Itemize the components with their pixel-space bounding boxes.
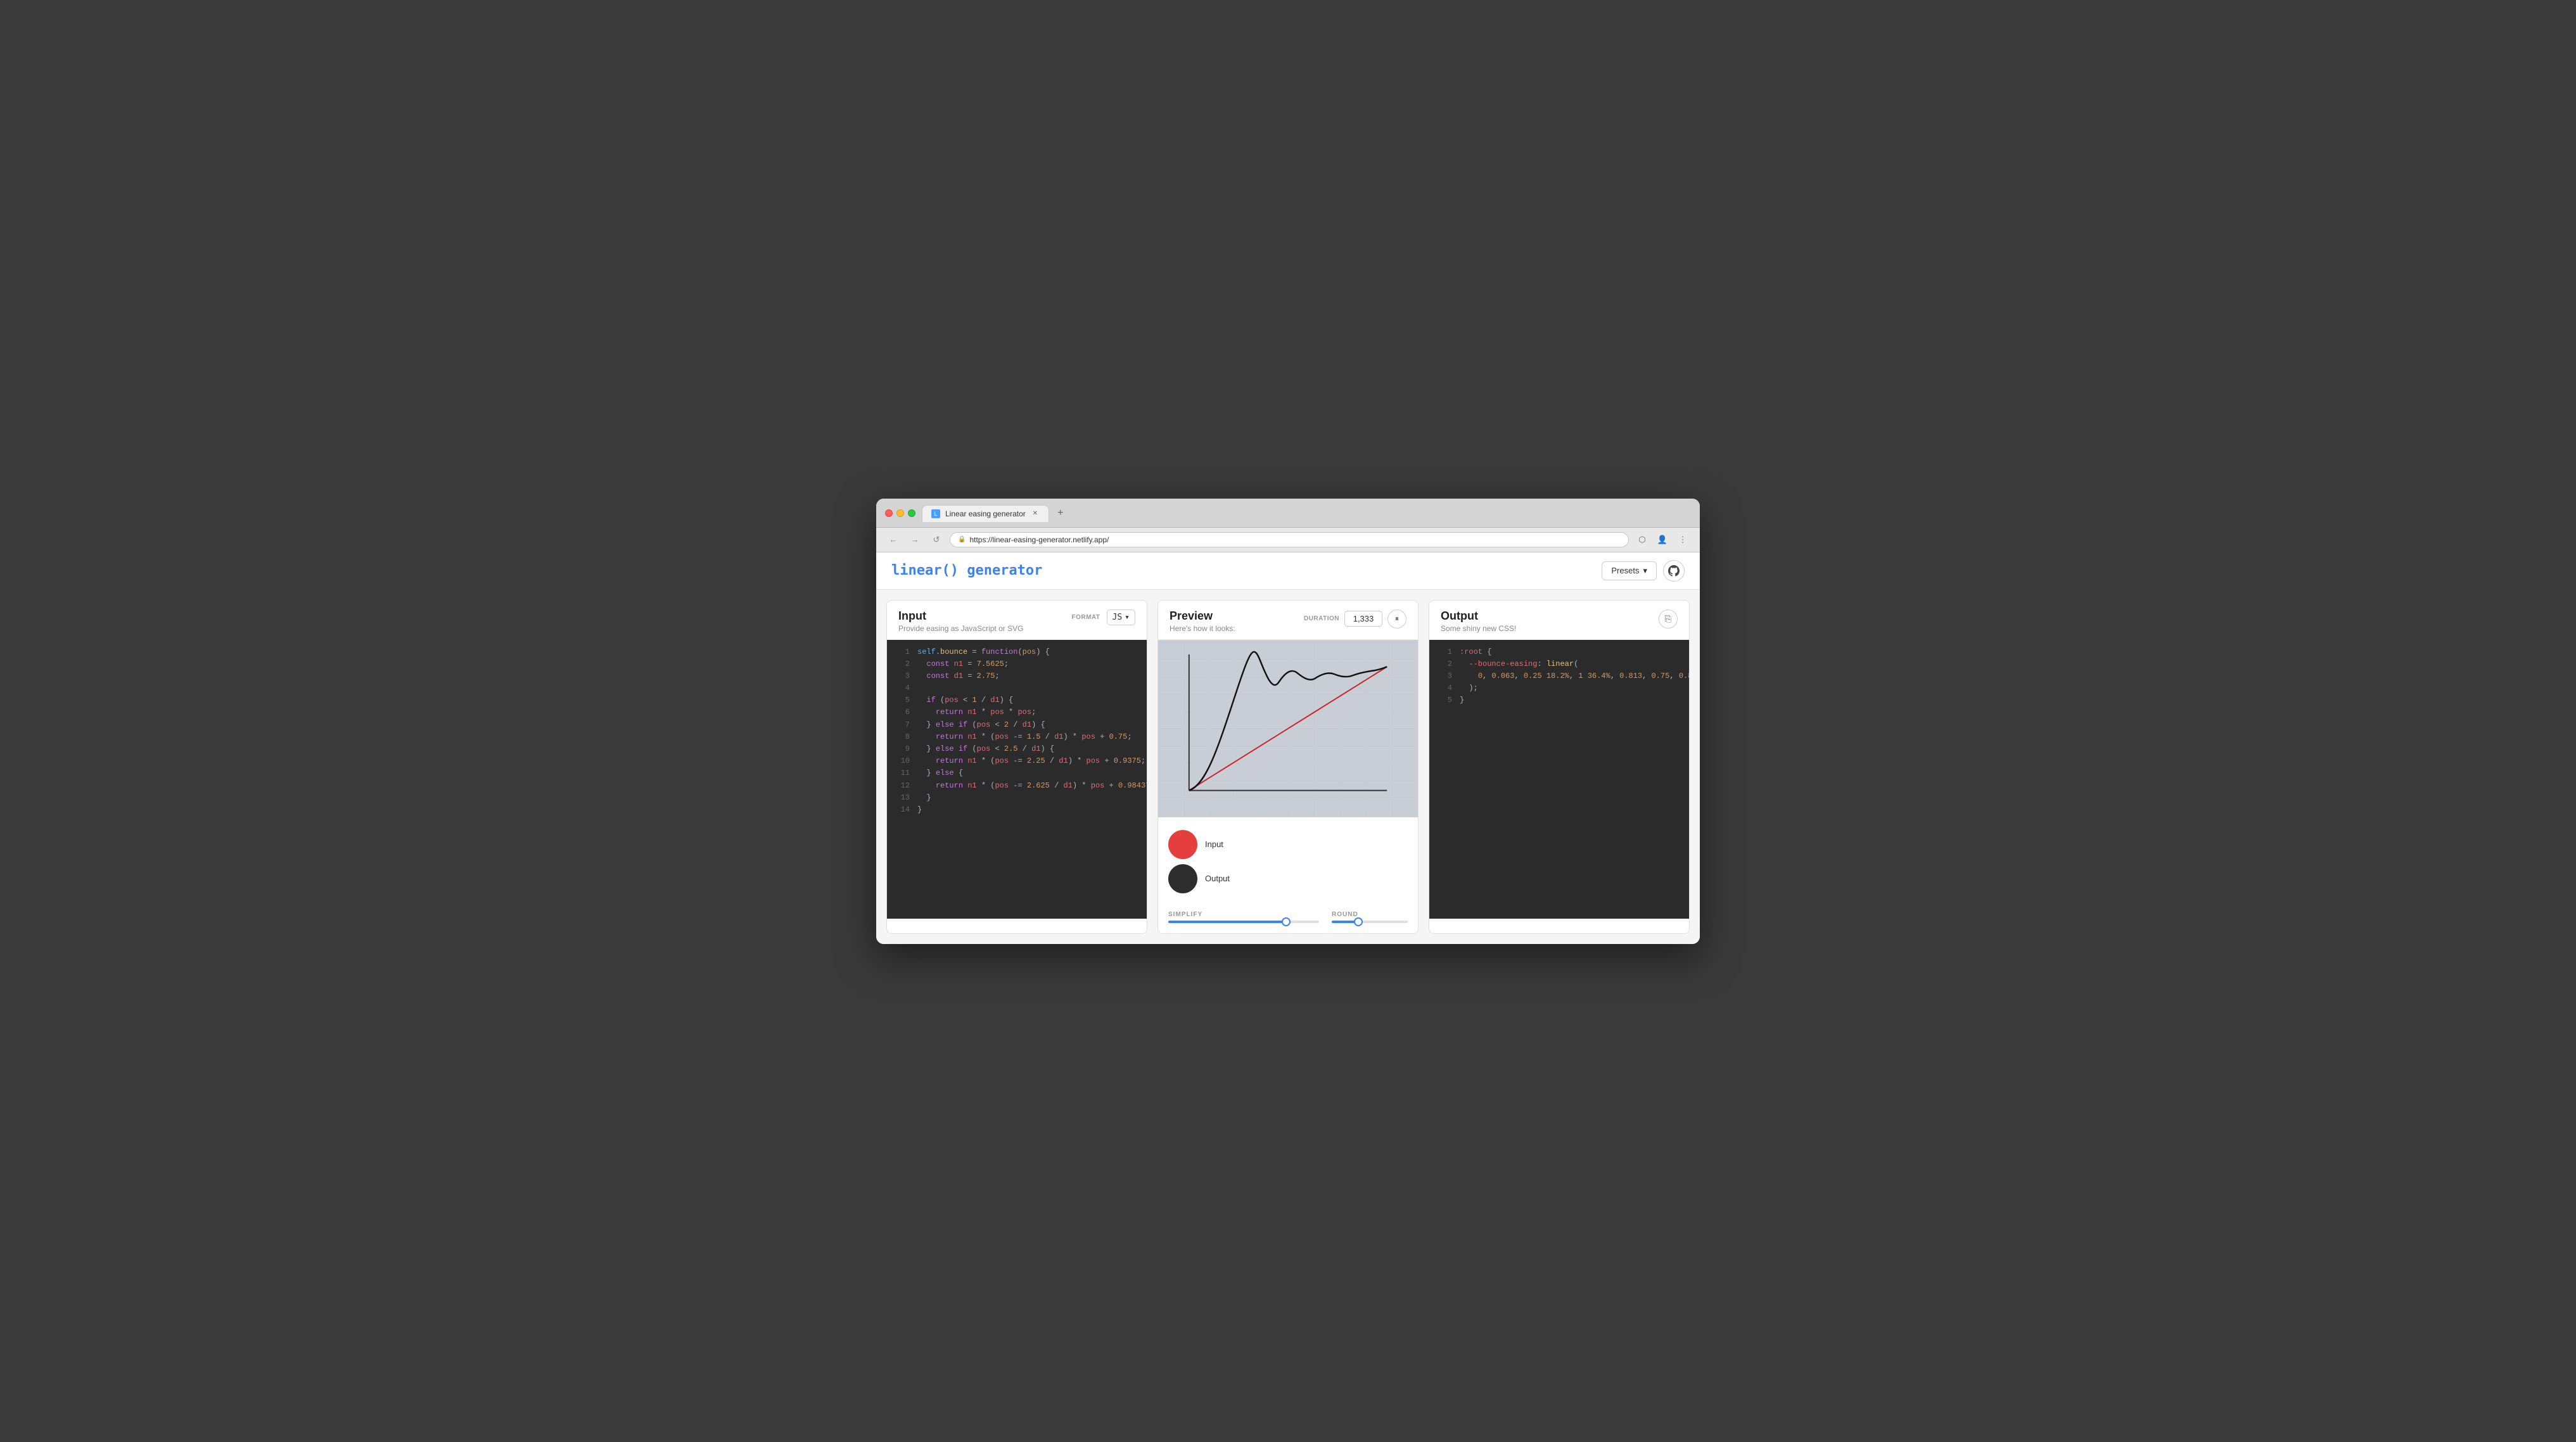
menu-icon[interactable]: ⋮	[1674, 532, 1691, 548]
github-icon	[1668, 565, 1680, 577]
code-line: 3 const d1 = 2.75;	[887, 670, 1147, 682]
header-right: Presets ▾	[1602, 560, 1685, 582]
presets-button[interactable]: Presets ▾	[1602, 561, 1657, 580]
forward-button[interactable]: →	[907, 532, 923, 548]
code-line: 6 return n1 * pos * pos;	[887, 706, 1147, 718]
output-code-line: 1 :root {	[1429, 646, 1689, 658]
tab-close-button[interactable]: ✕	[1031, 509, 1040, 518]
simplify-track	[1168, 921, 1319, 923]
input-ball	[1168, 830, 1197, 859]
preview-panel-subtitle: Here's how it looks:	[1170, 624, 1235, 633]
toolbar-icons: ⬡ 👤 ⋮	[1634, 532, 1691, 548]
code-line: 8 return n1 * (pos -= 1.5 / d1) * pos + …	[887, 731, 1147, 743]
output-panel-title: Output	[1441, 609, 1516, 623]
output-ball	[1168, 864, 1197, 893]
output-panel: Output Some shiny new CSS! ⎘ 1 :root {	[1429, 600, 1690, 934]
code-line: 7 } else if (pos < 2 / d1) {	[887, 719, 1147, 731]
round-group: ROUND	[1332, 911, 1408, 923]
output-title-group: Output Some shiny new CSS!	[1441, 609, 1516, 633]
duration-group: DURATION ⏸	[1304, 609, 1406, 628]
github-button[interactable]	[1663, 560, 1685, 582]
tab-title: Linear easing generator	[945, 509, 1026, 518]
chevron-down-icon: ▾	[1643, 566, 1647, 576]
round-label: ROUND	[1332, 911, 1408, 918]
output-panel-header: Output Some shiny new CSS! ⎘	[1429, 601, 1689, 640]
input-panel: Input Provide easing as JavaScript or SV…	[886, 600, 1147, 934]
browser-titlebar: L Linear easing generator ✕ +	[876, 499, 1700, 528]
tab-bar: L Linear easing generator ✕ +	[922, 505, 1691, 522]
input-panel-header: Input Provide easing as JavaScript or SV…	[887, 601, 1147, 640]
format-chevron-icon: ▾	[1125, 613, 1130, 622]
app-content: linear() generator Presets ▾	[876, 552, 1700, 944]
preview-panel-header: Preview Here's how it looks: DURATION ⏸	[1158, 601, 1418, 640]
extensions-icon[interactable]: ⬡	[1634, 532, 1650, 548]
output-code: 1 :root { 2 --bounce-easing: linear( 3 0…	[1429, 640, 1689, 919]
code-line: 10 return n1 * (pos -= 2.25 / d1) * pos …	[887, 755, 1147, 767]
code-line: 12 return n1 * (pos -= 2.625 / d1) * pos…	[887, 780, 1147, 792]
output-code-line: 5 }	[1429, 694, 1689, 706]
browser-toolbar: ← → ↺ 🔒 https://linear-easing-generator.…	[876, 528, 1700, 552]
preview-panel-title: Preview	[1170, 609, 1235, 623]
output-panel-subtitle: Some shiny new CSS!	[1441, 624, 1516, 633]
simplify-fill	[1168, 921, 1286, 923]
code-line: 13 }	[887, 792, 1147, 804]
code-line: 14 }	[887, 804, 1147, 816]
new-tab-button[interactable]: +	[1053, 506, 1068, 521]
format-select[interactable]: JS ▾	[1107, 609, 1135, 625]
simplify-thumb[interactable]	[1282, 917, 1291, 926]
input-panel-title: Input	[898, 609, 1023, 623]
code-line: 4	[887, 682, 1147, 694]
preview-panel: Preview Here's how it looks: DURATION ⏸	[1157, 600, 1419, 934]
code-line: 2 const n1 = 7.5625;	[887, 658, 1147, 670]
address-text: https://linear-easing-generator.netlify.…	[969, 535, 1109, 544]
output-code-line: 3 0, 0.063, 0.25 18.2%, 1 36.4%, 0.813, …	[1429, 670, 1689, 682]
close-button[interactable]	[885, 509, 893, 517]
animation-preview: Input Output	[1158, 817, 1418, 906]
simplify-label: SIMPLIFY	[1168, 911, 1319, 918]
input-panel-controls: FORMAT JS ▾	[1071, 609, 1135, 625]
code-line: 5 if (pos < 1 / d1) {	[887, 694, 1147, 706]
simplify-group: SIMPLIFY	[1168, 911, 1319, 923]
app-logo: linear() generator	[891, 563, 1042, 578]
browser-window: L Linear easing generator ✕ + ← → ↺ 🔒 ht…	[876, 499, 1700, 944]
pause-button[interactable]: ⏸	[1387, 609, 1406, 628]
code-line: 1 self.bounce = function(pos) {	[887, 646, 1147, 658]
round-thumb[interactable]	[1354, 917, 1363, 926]
easing-graph	[1158, 640, 1418, 817]
traffic-lights	[885, 509, 915, 517]
minimize-button[interactable]	[896, 509, 904, 517]
graph-container	[1158, 640, 1418, 817]
format-value: JS	[1113, 613, 1123, 622]
format-label: FORMAT	[1071, 614, 1100, 621]
output-code-line: 4 );	[1429, 682, 1689, 694]
copy-icon: ⎘	[1665, 614, 1671, 624]
duration-input[interactable]	[1344, 611, 1382, 627]
output-anim-row: Output	[1168, 864, 1408, 893]
back-button[interactable]: ←	[885, 532, 902, 548]
app-header: linear() generator Presets ▾	[876, 552, 1700, 590]
round-track	[1332, 921, 1408, 923]
output-code-line: 2 --bounce-easing: linear(	[1429, 658, 1689, 670]
maximize-button[interactable]	[908, 509, 915, 517]
code-editor[interactable]: 1 self.bounce = function(pos) { 2 const …	[887, 640, 1147, 919]
copy-button[interactable]: ⎘	[1659, 609, 1678, 628]
code-line: 11 } else {	[887, 767, 1147, 779]
duration-label: DURATION	[1304, 615, 1339, 622]
active-tab[interactable]: L Linear easing generator ✕	[922, 505, 1049, 522]
input-anim-row: Input	[1168, 830, 1408, 859]
tab-favicon: L	[931, 509, 940, 518]
code-line: 9 } else if (pos < 2.5 / d1) {	[887, 743, 1147, 755]
reload-button[interactable]: ↺	[928, 532, 945, 548]
input-ball-label: Input	[1205, 839, 1223, 849]
presets-label: Presets	[1611, 566, 1639, 575]
address-bar[interactable]: 🔒 https://linear-easing-generator.netlif…	[950, 532, 1629, 547]
bottom-sliders: SIMPLIFY ROUND	[1158, 906, 1418, 933]
lock-icon: 🔒	[958, 536, 966, 543]
input-title-group: Input Provide easing as JavaScript or SV…	[898, 609, 1023, 633]
input-panel-subtitle: Provide easing as JavaScript or SVG	[898, 624, 1023, 633]
account-icon[interactable]: 👤	[1654, 532, 1671, 548]
panels: Input Provide easing as JavaScript or SV…	[876, 590, 1700, 944]
output-ball-label: Output	[1205, 874, 1230, 883]
preview-title-group: Preview Here's how it looks:	[1170, 609, 1235, 633]
